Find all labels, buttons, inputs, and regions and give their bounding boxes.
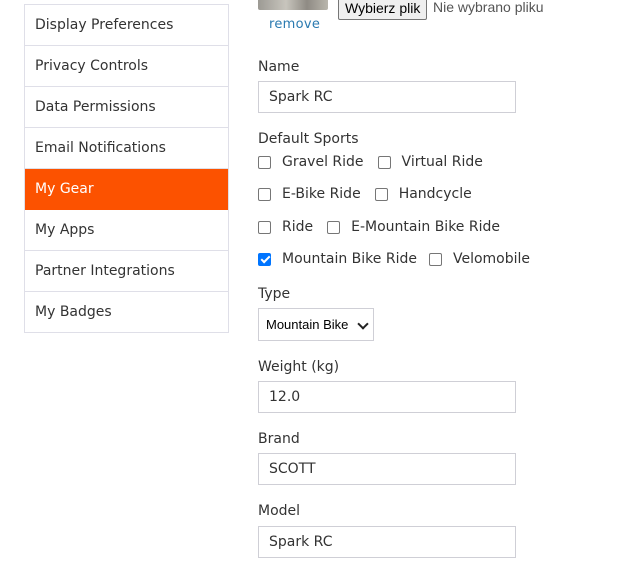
chevron-down-icon [357,318,369,330]
sidebar-item-my-gear[interactable]: My Gear [25,169,228,210]
sports-row-4: Mountain Bike Ride Velomobile [258,249,530,269]
weight-label: Weight (kg) [258,359,340,375]
e-mountain-bike-ride-label: E-Mountain Bike Ride [351,219,500,235]
model-label: Model [258,503,301,519]
ride-checkbox[interactable] [258,220,271,234]
mountain-bike-ride-label: Mountain Bike Ride [282,251,417,267]
sidebar-item-partner-integrations[interactable]: Partner Integrations [25,251,228,292]
sidebar-item-privacy-controls[interactable]: Privacy Controls [25,46,228,87]
settings-sidebar: Display Preferences Privacy Controls Dat… [24,4,229,333]
sidebar-item-data-permissions[interactable]: Data Permissions [25,87,228,128]
sports-row-1: Gravel Ride Virtual Ride [258,152,483,172]
choose-file-button[interactable]: Wybierz plik [338,0,428,20]
brand-label: Brand [258,431,300,447]
velomobile-checkbox[interactable] [428,252,442,266]
sidebar-item-display-preferences[interactable]: Display Preferences [25,5,228,46]
default-sports-label: Default Sports [258,131,359,147]
virtual-ride-checkbox[interactable] [377,155,391,169]
name-input[interactable]: Spark RC [258,81,516,113]
remove-photo-link[interactable]: remove [269,17,320,32]
gravel-ride-checkbox[interactable] [258,155,271,169]
velomobile-label: Velomobile [452,251,531,267]
file-status-text: Nie wybrano pliku [433,0,544,15]
model-input[interactable]: Spark RC [258,526,516,558]
type-select-value: Mountain Bike [266,317,349,332]
handcycle-checkbox[interactable] [374,187,388,201]
handcycle-label: Handcycle [398,186,472,202]
sidebar-item-email-notifications[interactable]: Email Notifications [25,128,228,169]
sports-row-3: Ride E-Mountain Bike Ride [258,217,500,237]
sidebar-item-my-badges[interactable]: My Badges [25,292,228,332]
e-bike-ride-label: E-Bike Ride [282,186,361,202]
virtual-ride-label: Virtual Ride [401,154,483,170]
type-label: Type [258,286,291,302]
sidebar-item-my-apps[interactable]: My Apps [25,210,228,251]
gear-photo-thumbnail [258,0,328,10]
type-select[interactable]: Mountain Bike [258,308,374,341]
ride-label: Ride [282,219,314,235]
name-label: Name [258,59,300,75]
mountain-bike-ride-checkbox[interactable] [258,252,271,266]
weight-input[interactable]: 12.0 [258,381,516,413]
sports-row-2: E-Bike Ride Handcycle [258,184,472,204]
e-bike-ride-checkbox[interactable] [258,187,271,201]
gravel-ride-label: Gravel Ride [282,154,364,170]
brand-input[interactable]: SCOTT [258,453,516,485]
e-mountain-bike-ride-checkbox[interactable] [327,220,341,234]
